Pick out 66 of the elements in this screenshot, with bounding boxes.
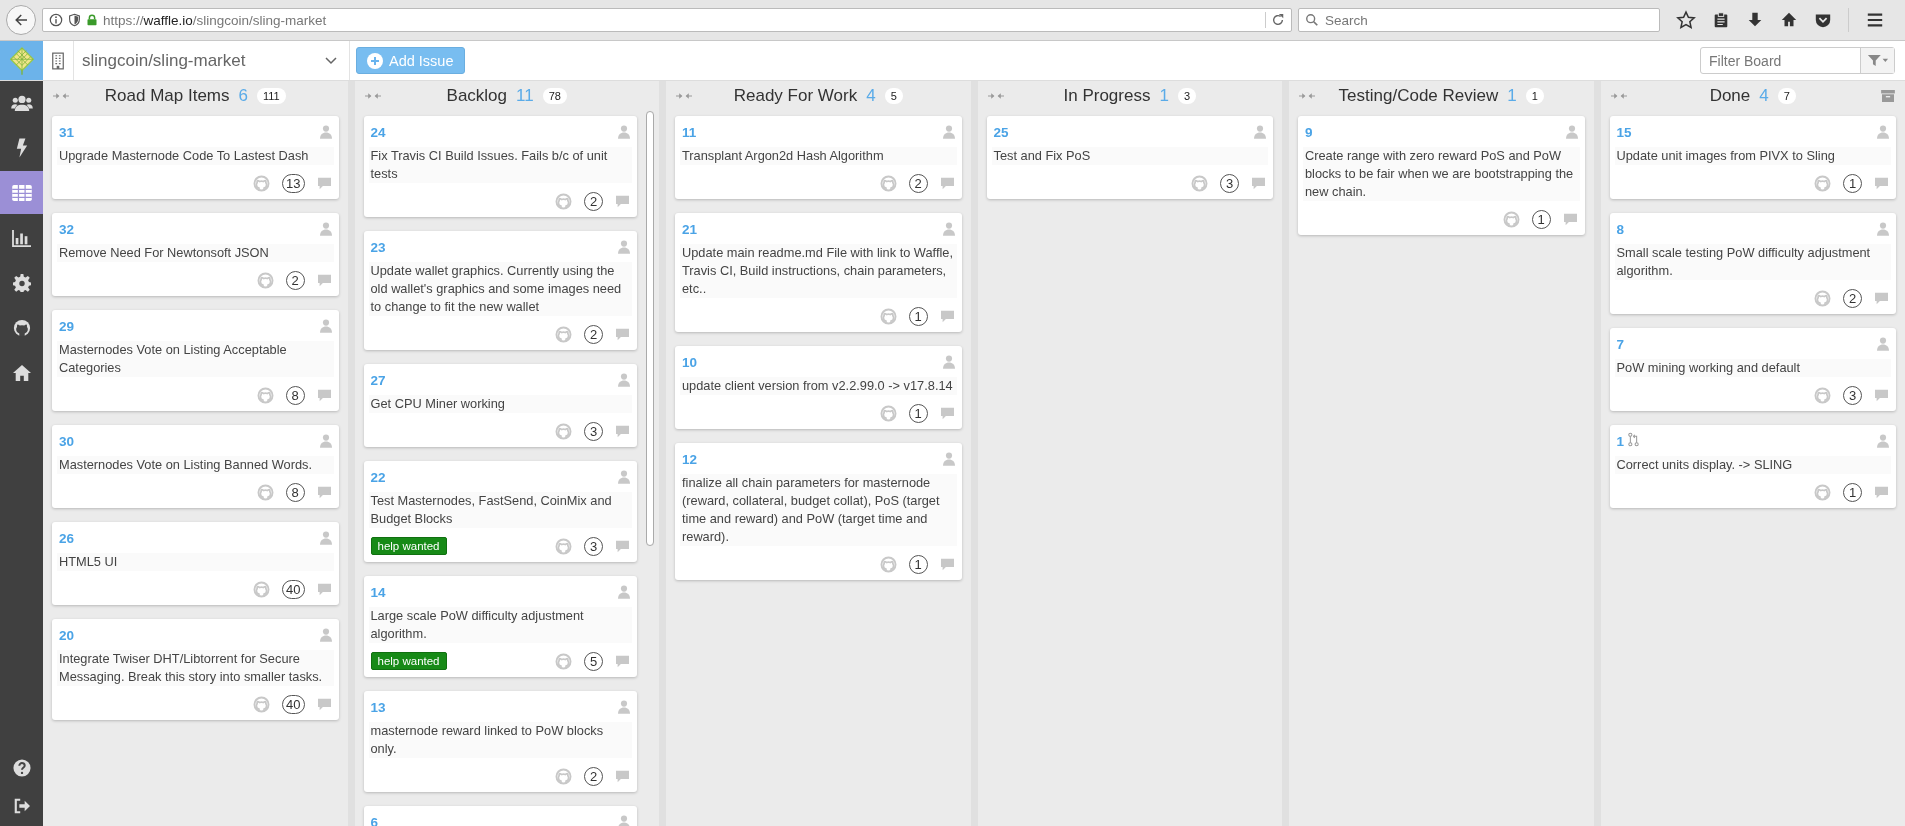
- column-title: Done: [1709, 86, 1751, 106]
- issue-count: 4: [866, 86, 876, 106]
- issue-card[interactable]: 30 Masternodes Vote on Listing Banned Words. 8: [52, 425, 339, 508]
- issue-count: 1: [1507, 86, 1517, 106]
- issue-card[interactable]: 11 Transplant Argon2d Hash Algorithm 2: [675, 116, 962, 199]
- total-count: 3: [1177, 88, 1196, 104]
- issue-card[interactable]: 25 Test and Fix PoS 3: [986, 116, 1273, 199]
- url-field[interactable]: https://waffle.io/slingcoin/sling-market: [42, 8, 1292, 32]
- total-count: 111: [257, 88, 286, 104]
- issue-card[interactable]: 8 Small scale testing PoW difficulty adjustment algorithm. 2: [1609, 213, 1896, 314]
- card-title: update client version from v2.2.99.0 -> v17.8.14: [680, 377, 957, 395]
- label-tag: help wanted: [370, 652, 447, 670]
- column-title: Ready For Work: [733, 86, 858, 106]
- card-title: Small scale testing PoW difficulty adjustment algorithm.: [1614, 244, 1891, 280]
- issue-card[interactable]: 10 update client version from v2.2.99.0 -> v17.8.14 1: [675, 346, 962, 429]
- issue-card[interactable]: 9 Create range with zero reward PoS and PoW blocks to be fair when we are bootstrapping the new chain. 1: [1298, 116, 1585, 235]
- card-title: Large scale PoW difficulty adjustment algorithm.: [368, 607, 632, 643]
- issue-card[interactable]: 22 Test Masternodes, FastSend, CoinMix and Budget Blocks help wanted 3: [363, 461, 637, 562]
- card-title: Masternodes Vote on Listing Acceptable Categories: [57, 341, 334, 377]
- card-title: PoW mining working and default: [1614, 359, 1891, 377]
- issue-card[interactable]: 1 Correct units display. -> SLING 1: [1609, 425, 1896, 508]
- issue-card[interactable]: 7 PoW mining working and default 3: [1609, 328, 1896, 411]
- issue-count: 1: [1159, 86, 1169, 106]
- card-title: Test Masternodes, FastSend, CoinMix and Budget Blocks: [368, 492, 632, 528]
- issue-card[interactable]: 24 Fix Travis CI Build Issues. Fails b/c of unit tests 2: [363, 116, 637, 217]
- column-title: In Progress: [1063, 86, 1151, 106]
- card-title: Fix Travis CI Build Issues. Fails b/c of unit tests: [368, 147, 632, 183]
- issue-count: 11: [516, 86, 534, 106]
- label-tag: help wanted: [370, 537, 447, 555]
- card-title: Masternodes Vote on Listing Banned Words.: [57, 456, 334, 474]
- card-title: finalize all chain parameters for masternode (reward, collateral, budget collat), PoS (target time and reward) and PoW (target time and reward).: [680, 474, 957, 546]
- issue-card[interactable]: 13 masternode reward linked to PoW blocks only. 2: [363, 691, 637, 792]
- issue-card[interactable]: 29 Masternodes Vote on Listing Acceptable Categories 8: [52, 310, 339, 411]
- column-title: Backlog: [446, 86, 508, 106]
- issue-count: 4: [1759, 86, 1769, 106]
- card-title: masternode reward linked to PoW blocks only.: [368, 722, 632, 758]
- issue-card[interactable]: 31 Upgrade Masternode Code To Lastest Dash 13: [52, 116, 339, 199]
- card-title: Test and Fix PoS: [991, 147, 1268, 165]
- column-title: Road Map Items: [104, 86, 230, 106]
- total-count: 78: [542, 88, 567, 104]
- total-count: 7: [1777, 88, 1796, 104]
- issue-card[interactable]: 23 Update wallet graphics. Currently using the old wallet's graphics and some images need to change to fit the new wallet 2: [363, 231, 637, 350]
- search-field[interactable]: Search: [1298, 8, 1660, 32]
- issue-card[interactable]: 12 finalize all chain parameters for masternode (reward, collateral, budget collat), PoS (target time and reward) and PoW (target time and reward). 1: [675, 443, 962, 580]
- issue-card[interactable]: 27 Get CPU Miner working 3: [363, 364, 637, 447]
- issue-card[interactable]: 14 Large scale PoW difficulty adjustment algorithm. help wanted 5: [363, 576, 637, 677]
- card-title: Get CPU Miner working: [368, 395, 632, 413]
- card-title: HTML5 UI: [57, 553, 334, 571]
- card-title: Integrate Twiser DHT/Libtorrent for Secure Messaging. Break this story into smaller tasks.: [57, 650, 334, 686]
- card-title: Create range with zero reward PoS and PoW blocks to be fair when we are bootstrapping the new chain.: [1303, 147, 1580, 201]
- card-title: Update unit images from PIVX to Sling: [1614, 147, 1891, 165]
- card-title: Update main readme.md File with link to Waffle, Travis CI, Build instructions, chain parameters, etc..: [680, 244, 957, 298]
- column-title: Testing/Code Review: [1338, 86, 1499, 106]
- issue-count: 6: [238, 86, 248, 106]
- card-title: Correct units display. -> SLING: [1614, 456, 1891, 474]
- issue-card[interactable]: 26 HTML5 UI 40: [52, 522, 339, 605]
- issue-card[interactable]: 21 Update main readme.md File with link to Waffle, Travis CI, Build instructions, chain parameters, etc.. 1: [675, 213, 962, 332]
- issue-card[interactable]: 15 Update unit images from PIVX to Sling 1: [1609, 116, 1896, 199]
- card-title: Remove Need For Newtonsoft JSON: [57, 244, 334, 262]
- total-count: 1: [1525, 88, 1544, 104]
- card-title: Upgrade Masternode Code To Lastest Dash: [57, 147, 334, 165]
- card-title: Update wallet graphics. Currently using the old wallet's graphics and some images need to change to fit the new wallet: [368, 262, 632, 316]
- card-title: Transplant Argon2d Hash Algorithm: [680, 147, 957, 165]
- issue-card[interactable]: 20 Integrate Twiser DHT/Libtorrent for Secure Messaging. Break this story into smaller tasks. 40: [52, 619, 339, 720]
- total-count: 5: [884, 88, 903, 104]
- issue-card[interactable]: 32 Remove Need For Newtonsoft JSON 2: [52, 213, 339, 296]
